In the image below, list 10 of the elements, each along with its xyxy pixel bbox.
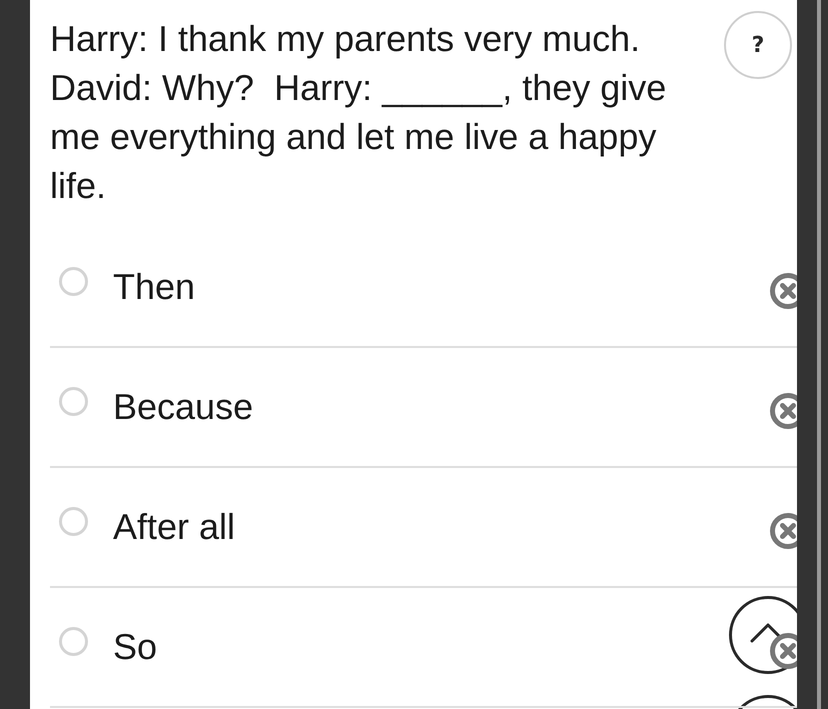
option-label[interactable]: Then (113, 266, 196, 308)
option-label[interactable]: So (113, 626, 158, 668)
help-button[interactable]: ? (724, 11, 792, 79)
radio-button[interactable] (59, 626, 88, 656)
radio-button[interactable] (59, 506, 88, 536)
option-label[interactable]: Because (113, 386, 254, 428)
option-label[interactable]: After all (113, 506, 236, 548)
question-text: Harry: I thank my parents very much. David: Why? Harry: ______, they give me everything and let me live a happy life. (50, 17, 668, 208)
radio-button[interactable] (59, 386, 88, 416)
radio-button[interactable] (59, 266, 88, 296)
